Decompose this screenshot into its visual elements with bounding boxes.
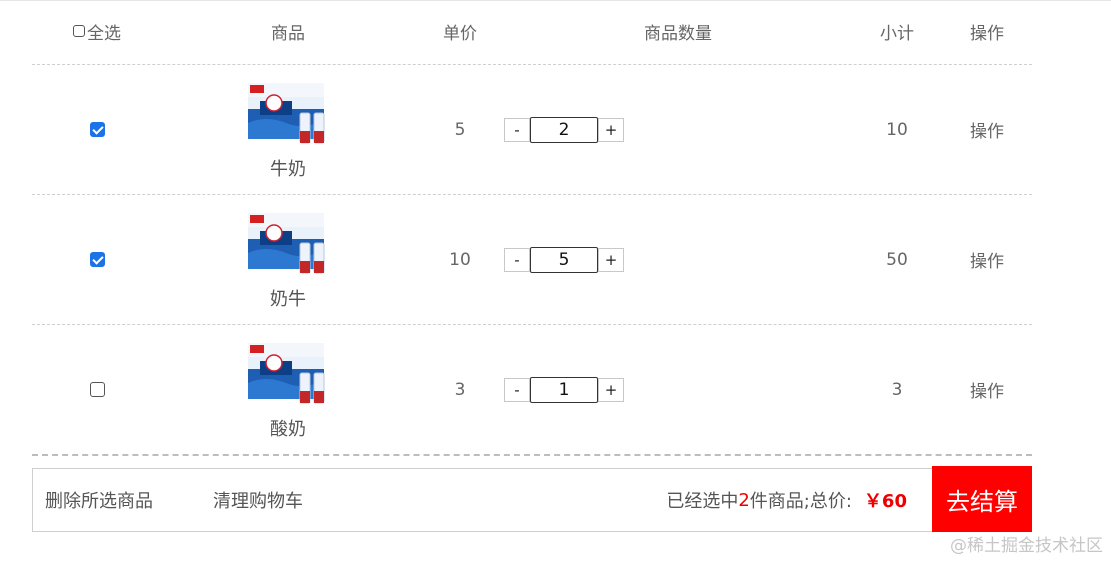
total-price: ￥60 (863, 491, 907, 512)
table-row: 牛奶 5 - 2 + 10 操作 (32, 65, 1032, 195)
item-subtotal: 50 (886, 249, 908, 270)
quantity-stepper: - 1 + (504, 376, 624, 403)
milk-box-image (246, 209, 330, 279)
item-price: 5 (454, 119, 466, 140)
decrease-button[interactable]: - (504, 247, 530, 272)
header-price: 单价 (443, 23, 477, 44)
goods-name: 奶牛 (270, 288, 306, 310)
header-subtotal: 小计 (880, 23, 914, 44)
milk-box-image (246, 79, 330, 149)
select-all-checkbox[interactable] (73, 25, 85, 37)
item-action[interactable]: 操作 (947, 195, 1027, 324)
goods-cell: 奶牛 (246, 209, 330, 311)
table-row: 奶牛 10 - 5 + 50 操作 (32, 195, 1032, 325)
watermark: @稀土掘金技术社区 (950, 536, 1103, 556)
header-goods: 商品 (271, 23, 305, 44)
table-row: 酸奶 3 - 1 + 3 操作 (32, 325, 1032, 456)
goods-name: 牛奶 (270, 158, 306, 180)
selected-count: 2 (738, 489, 750, 511)
select-all[interactable]: 全选 (54, 18, 140, 44)
header-action: 操作 (970, 23, 1004, 44)
item-action[interactable]: 操作 (947, 65, 1027, 194)
select-all-label: 全选 (87, 23, 121, 44)
increase-button[interactable]: + (598, 377, 624, 402)
clear-cart-button[interactable]: 清理购物车 (213, 469, 303, 531)
quantity-input[interactable]: 2 (530, 116, 598, 143)
goods-cell: 酸奶 (246, 339, 330, 441)
selected-suffix: 件商品;总价: (749, 491, 852, 512)
goods-cell: 牛奶 (246, 79, 330, 181)
item-checkbox[interactable] (89, 252, 105, 267)
item-subtotal: 3 (891, 379, 903, 400)
table-header: 全选 商品 单价 商品数量 小计 操作 (32, 0, 1032, 65)
order-summary: 已经选中 2 件商品;总价: ￥60 (666, 469, 907, 531)
decrease-button[interactable]: - (504, 117, 530, 142)
item-action[interactable]: 操作 (947, 325, 1027, 454)
quantity-input[interactable]: 5 (530, 246, 598, 273)
cart-footer: 删除所选商品 清理购物车 已经选中 2 件商品;总价: ￥60 去结算 (32, 466, 1032, 532)
item-price: 3 (454, 379, 466, 400)
quantity-input[interactable]: 1 (530, 376, 598, 403)
selected-prefix: 已经选中 (666, 491, 739, 512)
checkout-button[interactable]: 去结算 (932, 466, 1032, 532)
item-subtotal: 10 (886, 119, 908, 140)
item-checkbox[interactable] (89, 382, 105, 397)
increase-button[interactable]: + (598, 247, 624, 272)
decrease-button[interactable]: - (504, 377, 530, 402)
increase-button[interactable]: + (598, 117, 624, 142)
goods-name: 酸奶 (270, 418, 306, 440)
item-price: 10 (449, 249, 471, 270)
cart-table: 全选 商品 单价 商品数量 小计 操作 牛奶 5 - 2 + 10 操作 奶牛 … (32, 0, 1032, 456)
header-quantity: 商品数量 (644, 23, 712, 44)
quantity-stepper: - 2 + (504, 116, 624, 143)
item-checkbox[interactable] (89, 122, 105, 137)
delete-selected-button[interactable]: 删除所选商品 (45, 469, 153, 531)
milk-box-image (246, 339, 330, 409)
quantity-stepper: - 5 + (504, 246, 624, 273)
